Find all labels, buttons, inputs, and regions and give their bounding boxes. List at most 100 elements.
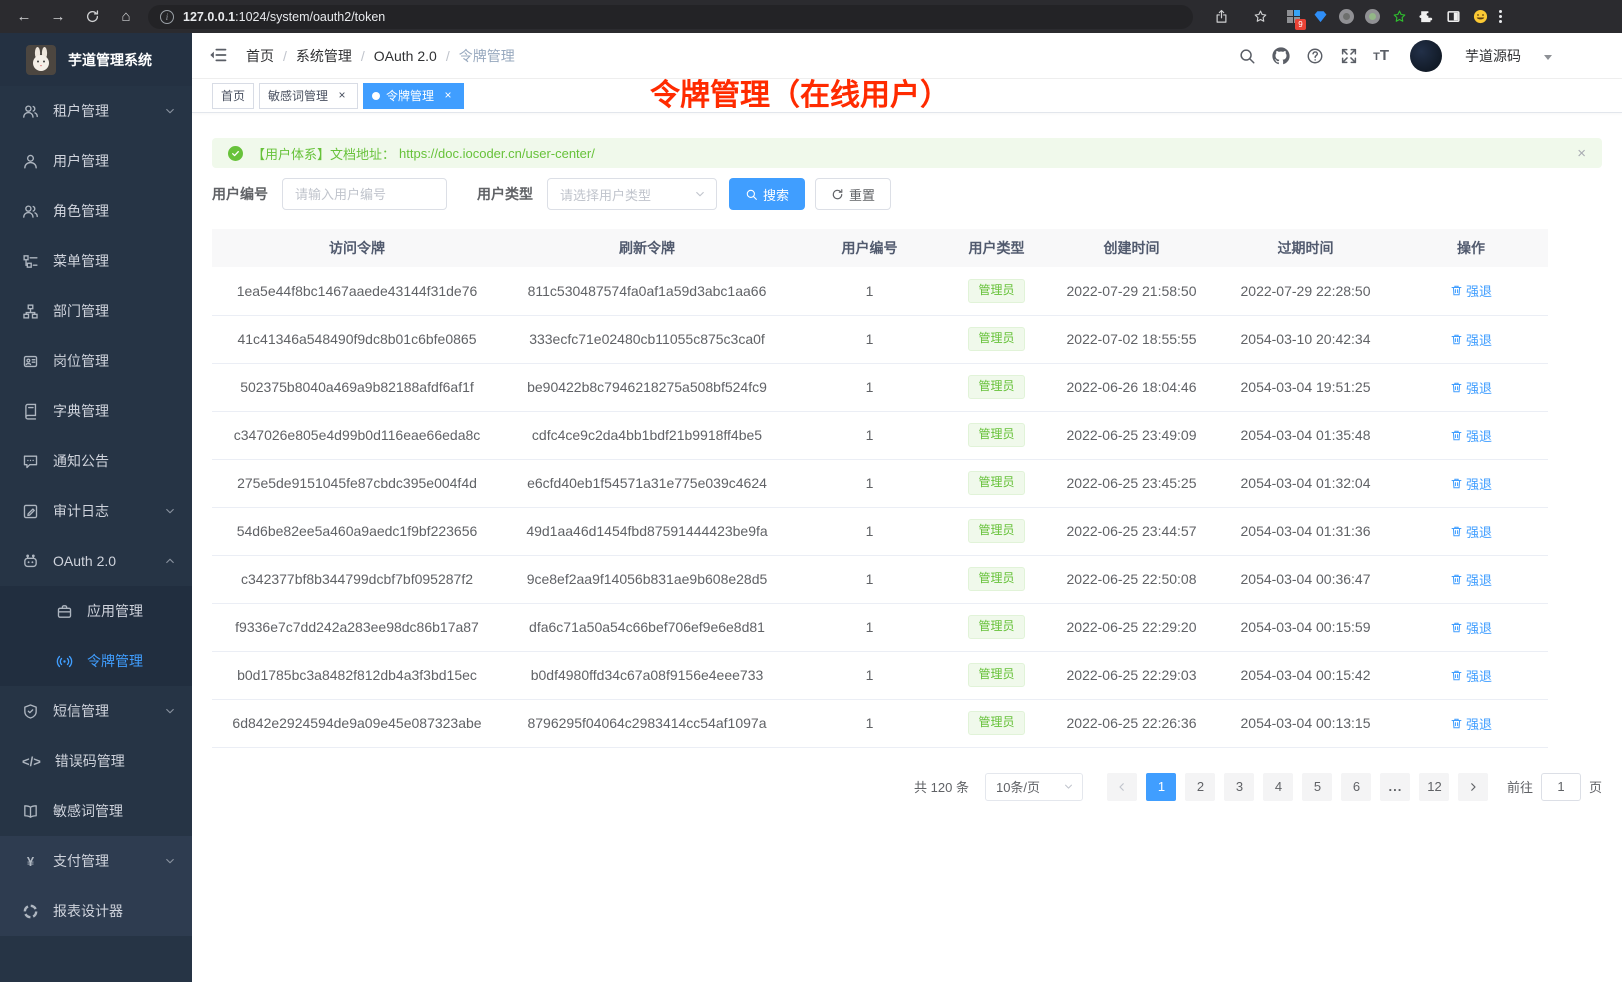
created-time-cell: 2022-06-25 22:29:03: [1046, 651, 1217, 699]
tab-close-icon[interactable]: ×: [441, 89, 455, 103]
sidebar-item-pay[interactable]: ¥支付管理: [0, 836, 192, 886]
sidebar-item-dept[interactable]: 部门管理: [0, 286, 192, 336]
chevron-down-icon: [1063, 781, 1074, 792]
breadcrumb-separator: /: [446, 48, 450, 64]
sidebar-item-menu[interactable]: 菜单管理: [0, 236, 192, 286]
force-logout-button[interactable]: 强退: [1450, 570, 1492, 589]
sidebar-item-tenant[interactable]: 租户管理: [0, 86, 192, 136]
extension-circle2-button[interactable]: [1365, 9, 1380, 24]
page-button-5[interactable]: 5: [1302, 773, 1332, 801]
access-token-cell: 54d6be82ee5a460a9aedc1f9bf223656: [212, 507, 502, 555]
profile-avatar-button[interactable]: [1472, 9, 1488, 25]
browser-forward-button[interactable]: →: [44, 4, 72, 30]
sidebar-item-oauth2[interactable]: OAuth 2.0: [0, 536, 192, 586]
next-page-button[interactable]: [1458, 773, 1488, 801]
fullscreen-button[interactable]: [1339, 46, 1358, 65]
user-id-cell: 1: [792, 267, 947, 315]
page-button-3[interactable]: 3: [1224, 773, 1254, 801]
tab-close-icon[interactable]: ×: [335, 89, 349, 103]
split-view-button[interactable]: [1445, 9, 1461, 25]
alert-close-icon[interactable]: ×: [1577, 146, 1586, 161]
extension-grid-button[interactable]: 9: [1285, 9, 1301, 25]
action-cell: 强退: [1394, 651, 1548, 699]
tab-page-1[interactable]: 敏感词管理×: [259, 83, 358, 109]
breadcrumb-item[interactable]: OAuth 2.0: [374, 48, 437, 64]
extensions-menu-button[interactable]: [1418, 9, 1434, 25]
sidebar-item-user[interactable]: 用户管理: [0, 136, 192, 186]
prev-page-button[interactable]: [1107, 773, 1137, 801]
sidebar-toggle-button[interactable]: [208, 45, 230, 67]
action-cell: 强退: [1394, 459, 1548, 507]
sidebar-item-oauth2-token[interactable]: 令牌管理: [0, 636, 192, 686]
header-search-button[interactable]: [1237, 46, 1256, 65]
help-doc-button[interactable]: [1305, 46, 1324, 65]
page-button-4[interactable]: 4: [1263, 773, 1293, 801]
extension-circle-button[interactable]: [1339, 9, 1354, 24]
sidebar-item-notice[interactable]: 通知公告: [0, 436, 192, 486]
chevron-down-icon: [164, 855, 176, 867]
refresh-token-cell: be90422b8c7946218275a508bf524fc9: [502, 363, 792, 411]
sidebar-item-sensitive-word[interactable]: 敏感词管理: [0, 786, 192, 836]
site-info-icon[interactable]: i: [160, 10, 174, 24]
active-tab-dot-icon: [372, 92, 380, 100]
sidebar-item-dict[interactable]: 字典管理: [0, 386, 192, 436]
breadcrumb-item[interactable]: 首页: [246, 46, 274, 66]
split-window-icon: [1446, 9, 1461, 24]
reset-button[interactable]: 重置: [815, 178, 891, 210]
force-logout-button[interactable]: 强退: [1450, 714, 1492, 733]
browser-home-button[interactable]: ⌂: [112, 4, 140, 30]
address-bar[interactable]: i 127.0.0.1:1024/system/oauth2/token: [148, 5, 1193, 29]
browser-reload-button[interactable]: [78, 4, 106, 30]
sidebar-item-role[interactable]: 角色管理: [0, 186, 192, 236]
force-logout-button[interactable]: 强退: [1450, 426, 1492, 445]
extension-star-button[interactable]: [1391, 9, 1407, 25]
user-avatar[interactable]: [1410, 40, 1442, 72]
user-menu-caret-icon[interactable]: [1544, 55, 1552, 60]
created-time-cell: 2022-06-25 23:45:25: [1046, 459, 1217, 507]
page-button-1[interactable]: 1: [1146, 773, 1176, 801]
search-button[interactable]: 搜索: [729, 178, 805, 210]
tab-page-2[interactable]: 令牌管理×: [363, 83, 464, 109]
more-pages-button[interactable]: ...: [1380, 773, 1410, 801]
table-row: c342377bf8b344799dcbf7bf095287f29ce8ef2a…: [212, 555, 1548, 603]
goto-page-input[interactable]: [1541, 773, 1581, 801]
sidebar-item-oauth2-app[interactable]: 应用管理: [0, 586, 192, 636]
force-logout-button[interactable]: 强退: [1450, 666, 1492, 685]
sidebar-item-error-code[interactable]: </>错误码管理: [0, 736, 192, 786]
action-cell: 强退: [1394, 411, 1548, 459]
alert-doc-link[interactable]: https://doc.iocoder.cn/user-center/: [399, 146, 595, 161]
user-id-cell: 1: [792, 603, 947, 651]
page-button-6[interactable]: 6: [1341, 773, 1371, 801]
table-body: 1ea5e44f8bc1467aaede43144f31de76811c5304…: [212, 267, 1548, 747]
user-id-input[interactable]: [282, 178, 447, 210]
breadcrumb-item[interactable]: 系统管理: [296, 46, 352, 66]
sidebar-item-label: 应用管理: [87, 601, 176, 621]
sidebar-item-post[interactable]: 岗位管理: [0, 336, 192, 386]
sidebar-item-sms[interactable]: 短信管理: [0, 686, 192, 736]
user-type-select[interactable]: 请选择用户类型: [547, 178, 717, 210]
bookmark-button[interactable]: [1246, 4, 1274, 30]
force-logout-button[interactable]: 强退: [1450, 522, 1492, 541]
app-logo[interactable]: 芋道管理系统: [0, 33, 192, 86]
font-size-button[interactable]: TT: [1373, 47, 1389, 64]
github-link-button[interactable]: [1271, 46, 1290, 65]
force-logout-button[interactable]: 强退: [1450, 618, 1492, 637]
page-size-select[interactable]: 10条/页: [985, 773, 1083, 801]
sidebar-item-audit-log[interactable]: 审计日志: [0, 486, 192, 536]
action-cell: 强退: [1394, 267, 1548, 315]
tab-home[interactable]: 首页: [212, 83, 254, 109]
browser-menu-button[interactable]: [1499, 10, 1502, 23]
force-logout-button[interactable]: 强退: [1450, 281, 1492, 300]
page-button-12[interactable]: 12: [1419, 773, 1449, 801]
user-name[interactable]: 芋道源码: [1465, 46, 1521, 66]
force-logout-button[interactable]: 强退: [1450, 474, 1492, 493]
sidebar-item-report[interactable]: 报表设计器: [0, 886, 192, 936]
share-button[interactable]: [1207, 4, 1235, 30]
browser-back-button[interactable]: ←: [10, 4, 38, 30]
user-id-cell: 1: [792, 507, 947, 555]
trash-icon: [1450, 284, 1463, 297]
page-button-2[interactable]: 2: [1185, 773, 1215, 801]
force-logout-button[interactable]: 强退: [1450, 378, 1492, 397]
extension-gem-button[interactable]: [1312, 9, 1328, 25]
force-logout-button[interactable]: 强退: [1450, 330, 1492, 349]
